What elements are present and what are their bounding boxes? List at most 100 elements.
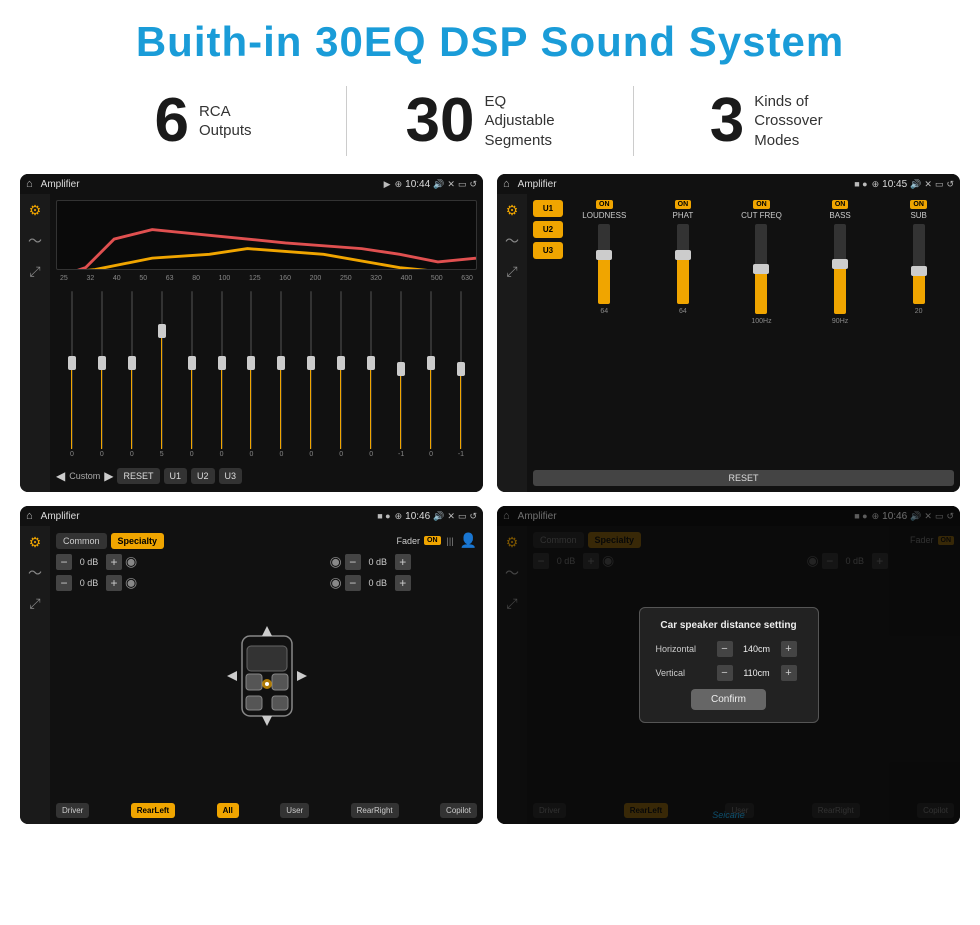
amp-loudness-on[interactable]: ON [596, 200, 613, 209]
fader-tr-speaker-icon: ◉ [330, 553, 342, 570]
eq-slider-1[interactable]: 0 [88, 291, 116, 458]
fader-tr-plus[interactable]: + [395, 554, 411, 570]
horizontal-value: 140cm [739, 644, 775, 654]
fader-specialty-tab[interactable]: Specialty [111, 533, 165, 549]
horizontal-plus-btn[interactable]: + [781, 641, 797, 657]
eq-slider-7[interactable]: 0 [267, 291, 295, 458]
amp-u3-btn[interactable]: U3 [533, 242, 563, 259]
fader-rect-icon[interactable]: ▭ [458, 511, 467, 522]
amp-cutfreq-slider[interactable] [755, 224, 767, 314]
eq-slider-11[interactable]: -1 [387, 291, 415, 458]
eq-status-icons: ⊕ 10:44 🔊 ✕ ▭ ↺ [395, 179, 477, 190]
amp-phat-slider[interactable] [677, 224, 689, 304]
eq-slider-9[interactable]: 0 [327, 291, 355, 458]
eq-slider-3[interactable]: 5 [148, 291, 176, 458]
eq-slider-13[interactable]: -1 [447, 291, 475, 458]
eq-u1-btn[interactable]: U1 [164, 468, 188, 484]
stats-row: 6 RCAOutputs 30 EQ AdjustableSegments 3 … [0, 76, 980, 174]
fader-copilot-btn[interactable]: Copilot [440, 803, 477, 818]
eq-slider-10[interactable]: 0 [357, 291, 385, 458]
amp-cutfreq-on[interactable]: ON [753, 200, 770, 209]
eq-next-btn[interactable]: ▶ [104, 469, 113, 483]
amp-rect-icon[interactable]: ▭ [935, 179, 944, 190]
amp-sidebar-wave-icon[interactable]: 〜 [505, 231, 519, 251]
amp-home-icon[interactable]: ⌂ [503, 178, 510, 190]
amp-u2-btn[interactable]: U2 [533, 221, 563, 238]
eq-prev-btn[interactable]: ◀ [56, 469, 65, 483]
amp-bass-on[interactable]: ON [832, 200, 849, 209]
fader-home-icon[interactable]: ⌂ [26, 510, 33, 522]
amp-sidebar-eq-icon[interactable]: ⚙ [506, 202, 519, 219]
fader-mr-minus[interactable]: − [345, 575, 361, 591]
fader-user-icon[interactable]: 👤 [460, 532, 477, 549]
eq-sidebar-arrows-icon[interactable]: ⤢ [29, 263, 40, 280]
amp-sub-slider[interactable] [913, 224, 925, 304]
eq-home-icon[interactable]: ⌂ [26, 178, 33, 190]
amp-back-icon[interactable]: ↺ [946, 179, 954, 190]
vertical-plus-btn[interactable]: + [781, 665, 797, 681]
fader-back-icon[interactable]: ↺ [469, 511, 477, 522]
freq-40: 40 [113, 275, 121, 282]
eq-x-icon[interactable]: ✕ [447, 179, 455, 190]
amp-phat-on[interactable]: ON [675, 200, 692, 209]
fader-right-controls: ◉ − 0 dB + ◉ − 0 dB + [330, 553, 478, 799]
amp-loudness-slider[interactable] [598, 224, 610, 304]
eq-play-icon: ▶ [384, 179, 391, 190]
fader-rearleft-btn[interactable]: RearLeft [131, 803, 175, 818]
fader-footer: Driver RearLeft All User RearRight Copil… [56, 803, 477, 818]
amp-bass-val: 90Hz [832, 318, 848, 325]
amp-x-icon[interactable]: ✕ [924, 179, 932, 190]
eq-u2-btn[interactable]: U2 [191, 468, 215, 484]
eq-rect-icon[interactable]: ▭ [458, 179, 467, 190]
fader-common-tab[interactable]: Common [56, 533, 107, 549]
eq-back-icon[interactable]: ↺ [469, 179, 477, 190]
eq-left-sidebar: ⚙ 〜 ⤢ [20, 194, 50, 492]
screen-fader: ⌂ Amplifier ■ ● ⊕ 10:46 🔊 ✕ ▭ ↺ ⚙ 〜 ⤢ Co… [20, 506, 483, 824]
fader-mid-left-control: − 0 dB + ◉ [56, 574, 204, 591]
amp-sidebar-arrows-icon[interactable]: ⤢ [506, 263, 517, 280]
eq-slider-8[interactable]: 0 [297, 291, 325, 458]
fader-sidebar-arrows-icon[interactable]: ⤢ [29, 595, 40, 612]
eq-graph [56, 200, 477, 270]
fader-ml-plus[interactable]: + [106, 575, 122, 591]
eq-sidebar-wave-icon[interactable]: 〜 [28, 231, 42, 251]
fader-all-btn[interactable]: All [217, 803, 239, 818]
fader-rearright-btn[interactable]: RearRight [351, 803, 399, 818]
fader-tl-plus[interactable]: + [106, 554, 122, 570]
eq-slider-0[interactable]: 0 [58, 291, 86, 458]
eq-bottom-bar: ◀ Custom ▶ RESET U1 U2 U3 [56, 466, 477, 486]
fader-mr-plus[interactable]: + [395, 575, 411, 591]
fader-ml-minus[interactable]: − [56, 575, 72, 591]
vertical-value: 110cm [739, 668, 775, 678]
horizontal-minus-btn[interactable]: − [717, 641, 733, 657]
amp-bass-slider[interactable] [834, 224, 846, 314]
amp-u1-btn[interactable]: U1 [533, 200, 563, 217]
fader-left-controls: − 0 dB + ◉ − 0 dB + ◉ [56, 553, 204, 799]
stat-eq-label: EQ AdjustableSegments [484, 92, 574, 151]
eq-sidebar-eq-icon[interactable]: ⚙ [29, 202, 42, 219]
fader-x-icon[interactable]: ✕ [447, 511, 455, 522]
fader-user-btn[interactable]: User [280, 803, 309, 818]
fader-on-badge[interactable]: ON [424, 536, 441, 545]
fader-tl-minus[interactable]: − [56, 554, 72, 570]
screens-grid: ⌂ Amplifier ▶ ⊕ 10:44 🔊 ✕ ▭ ↺ ⚙ 〜 ⤢ [0, 174, 980, 824]
fader-driver-btn[interactable]: Driver [56, 803, 89, 818]
eq-slider-2[interactable]: 0 [118, 291, 146, 458]
fader-sidebar-wave-icon[interactable]: 〜 [28, 563, 42, 583]
eq-slider-12[interactable]: 0 [417, 291, 445, 458]
eq-slider-6[interactable]: 0 [238, 291, 266, 458]
fader-toggle-icon[interactable]: ||| [447, 536, 454, 546]
stat-rca-number: 6 [154, 90, 188, 152]
eq-slider-4[interactable]: 0 [178, 291, 206, 458]
eq-slider-5[interactable]: 0 [208, 291, 236, 458]
amp-phat-group: ON PHAT 64 [648, 200, 719, 462]
amp-sub-on[interactable]: ON [910, 200, 927, 209]
confirm-button[interactable]: Confirm [691, 689, 766, 710]
eq-reset-btn[interactable]: RESET [117, 468, 159, 484]
fader-sidebar-eq-icon[interactable]: ⚙ [29, 534, 42, 551]
fader-tr-minus[interactable]: − [345, 554, 361, 570]
eq-u3-btn[interactable]: U3 [219, 468, 243, 484]
vertical-minus-btn[interactable]: − [717, 665, 733, 681]
amp-reset-btn[interactable]: RESET [533, 470, 954, 486]
amp-bass-label: BASS [829, 211, 850, 220]
